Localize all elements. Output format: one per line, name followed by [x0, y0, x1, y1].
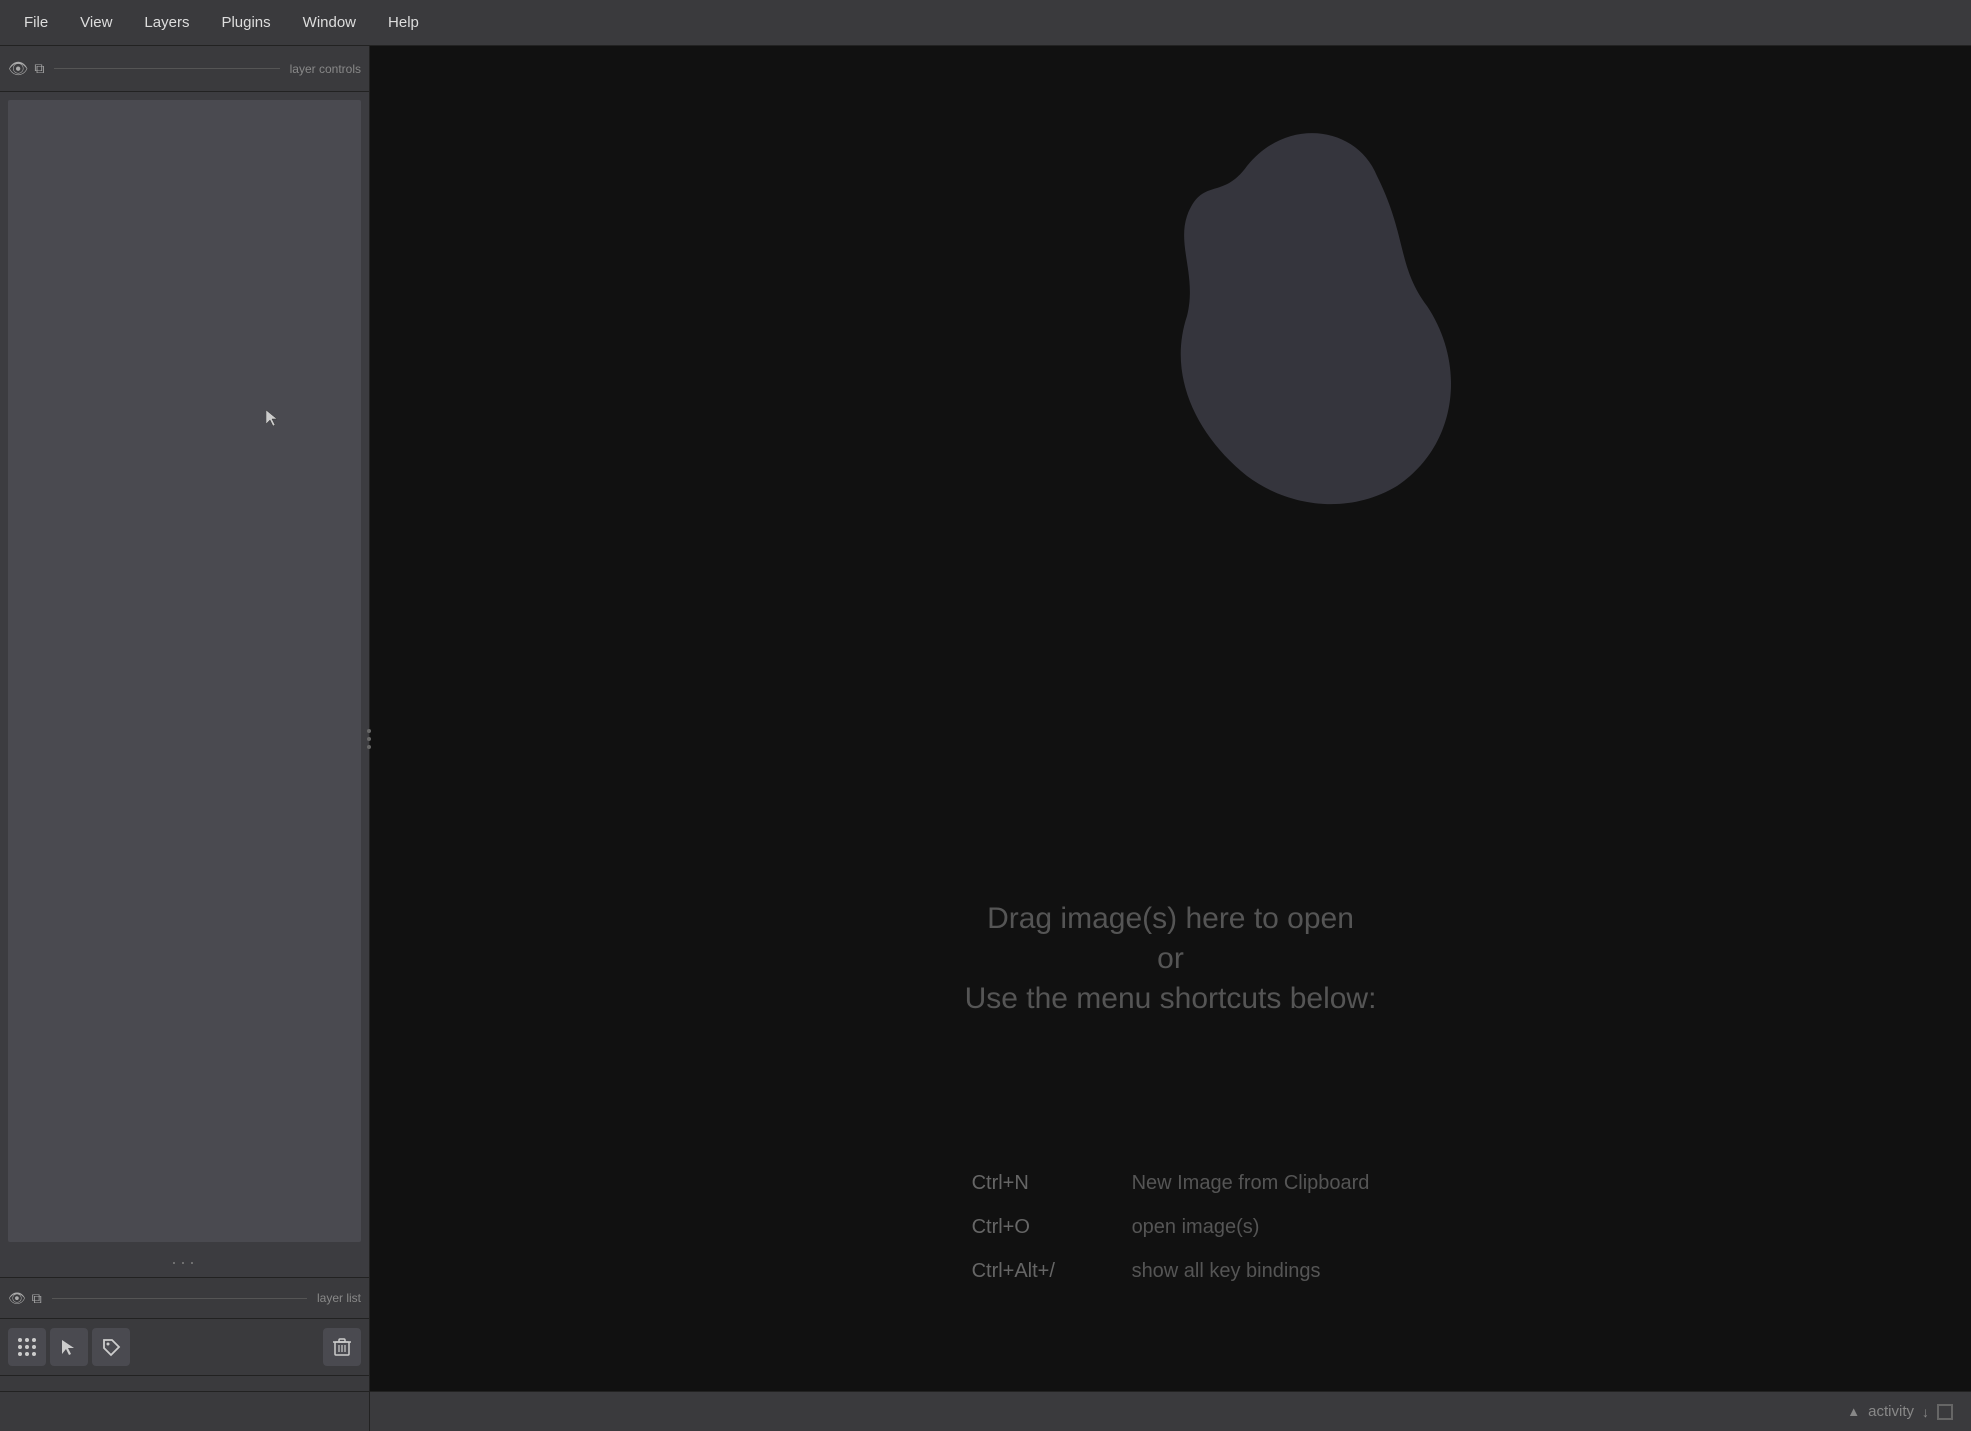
shortcut-row-open: Ctrl+O open image(s) — [972, 1205, 1370, 1249]
duplicate-icon[interactable]: ⧉ — [34, 60, 44, 77]
select-tool-button[interactable] — [50, 1328, 88, 1366]
statusbar: ▲ activity ↓ — [0, 1391, 1971, 1431]
resize-dot — [367, 745, 371, 749]
layer-list-bar: 👁 ⧉ layer list — [0, 1277, 369, 1319]
shortcut-key-open: Ctrl+O — [972, 1205, 1112, 1249]
points-icon — [17, 1337, 37, 1357]
layer-tools — [0, 1319, 369, 1375]
panel-resize-handle[interactable] — [363, 709, 375, 769]
drag-text-line1: Drag image(s) here to open — [965, 902, 1377, 936]
select-arrow-icon — [60, 1338, 78, 1356]
blob-shape — [1087, 106, 1507, 586]
activity-label[interactable]: activity — [1868, 1403, 1914, 1420]
layer-controls-label: layer controls — [290, 62, 361, 76]
trash-icon — [333, 1337, 351, 1357]
shortcut-desc-bindings: show all key bindings — [1132, 1249, 1321, 1293]
points-tool-button[interactable] — [8, 1328, 46, 1366]
cursor-icon — [266, 410, 278, 426]
tag-icon — [101, 1337, 121, 1357]
spinner-icon — [1937, 1404, 1953, 1420]
resize-dot — [367, 737, 371, 741]
resize-dot — [367, 729, 371, 733]
menubar: File View Layers Plugins Window Help — [0, 0, 1971, 46]
shortcut-key-bindings: Ctrl+Alt+/ — [972, 1249, 1112, 1293]
shortcuts-panel: Ctrl+N New Image from Clipboard Ctrl+O o… — [972, 1161, 1370, 1293]
shortcut-desc-open: open image(s) — [1132, 1205, 1260, 1249]
layer-controls-bar: 👁 ⧉ layer controls — [0, 46, 369, 92]
shortcut-row-bindings: Ctrl+Alt+/ show all key bindings — [972, 1249, 1370, 1293]
menu-plugins[interactable]: Plugins — [207, 8, 284, 37]
shortcut-desc-new: New Image from Clipboard — [1132, 1161, 1370, 1205]
activity-download-icon: ↓ — [1922, 1404, 1929, 1420]
canvas-area[interactable]: Drag image(s) here to open or Use the me… — [370, 46, 1971, 1431]
delete-layer-button[interactable] — [323, 1328, 361, 1366]
layer-list-label: layer list — [317, 1291, 361, 1305]
eye-icon[interactable]: 👁 — [8, 59, 28, 79]
statusbar-right: ▲ activity ↓ — [370, 1403, 1971, 1420]
drag-text-line2: or — [965, 942, 1377, 976]
tag-tool-button[interactable] — [92, 1328, 130, 1366]
layer-list-duplicate-icon[interactable]: ⧉ — [32, 1290, 42, 1307]
drag-text-line3: Use the menu shortcuts below: — [965, 982, 1377, 1016]
menu-help[interactable]: Help — [374, 8, 433, 37]
layer-list-eye-icon[interactable]: 👁 — [8, 1290, 26, 1307]
shortcut-key-new: Ctrl+N — [972, 1161, 1112, 1205]
shortcut-row-new: Ctrl+N New Image from Clipboard — [972, 1161, 1370, 1205]
menu-file[interactable]: File — [10, 8, 62, 37]
left-panel: 👁 ⧉ layer controls ··· 👁 ⧉ layer list — [0, 46, 370, 1431]
activity-arrow-icon: ▲ — [1847, 1404, 1860, 1419]
layer-canvas — [8, 100, 361, 1242]
canvas-resize-dots[interactable]: ··· — [171, 1252, 198, 1273]
menu-window[interactable]: Window — [289, 8, 370, 37]
menu-view[interactable]: View — [66, 8, 126, 37]
menu-layers[interactable]: Layers — [130, 8, 203, 37]
